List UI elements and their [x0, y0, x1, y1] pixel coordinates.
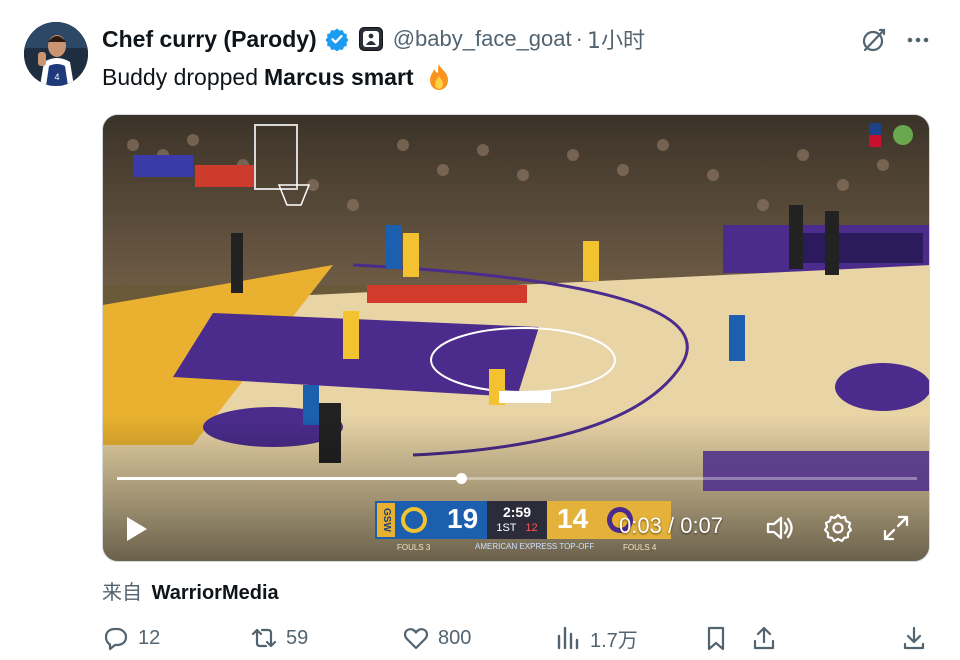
heart-icon: [404, 628, 428, 650]
away-fouls: FOULS 3: [397, 543, 431, 552]
video-player[interactable]: GSW 19 2:59 1ST 12 14 FOULS 3 AMERICAN E…: [102, 114, 930, 562]
share-button[interactable]: [750, 622, 778, 654]
scorebug-away-score: 19: [447, 503, 479, 534]
time-separator: /: [667, 513, 675, 538]
grok-icon[interactable]: [860, 26, 888, 54]
source-account-link[interactable]: WarriorMedia: [152, 582, 279, 604]
settings-gear-icon[interactable]: [821, 511, 855, 545]
bookmark-icon: [707, 626, 725, 651]
home-fouls: FOULS 4: [623, 543, 657, 552]
author-handle[interactable]: @baby_face_goat: [393, 26, 572, 52]
avatar[interactable]: 4: [24, 22, 88, 86]
game-period: 1ST 12: [491, 522, 543, 534]
shot-clock: 12: [525, 522, 538, 534]
tweet-actions-bar: 12 59 800 1.7万: [102, 622, 930, 654]
svg-text:4: 4: [54, 72, 59, 82]
warriors-logo-icon: [401, 507, 427, 533]
verified-badge-icon: [325, 28, 349, 51]
repost-button[interactable]: 59: [250, 622, 308, 654]
duration: 0:07: [680, 513, 724, 538]
video-timecode: 0:03 / 0:07: [619, 513, 723, 539]
views-button[interactable]: 1.7万: [554, 622, 638, 654]
play-icon[interactable]: [117, 511, 153, 547]
like-button[interactable]: 800: [402, 622, 471, 654]
affiliation-badge-icon[interactable]: [358, 27, 383, 51]
reply-icon: [104, 627, 128, 651]
game-clock: 2:59: [502, 504, 532, 520]
source-prefix: 来自: [102, 580, 142, 604]
scorebug-sponsor: AMERICAN EXPRESS TOP-OFF: [475, 542, 595, 551]
tweet-text: Buddy dropped Marcus smart: [102, 62, 454, 92]
scorebug-team-abbr: GSW: [377, 503, 395, 537]
tweet-header: Chef curry (Parody) @baby_face_goat · 1小…: [102, 23, 645, 55]
author-display-name[interactable]: Chef curry (Parody): [102, 26, 317, 53]
views-count: 1.7万: [590, 629, 638, 652]
share-icon: [753, 626, 775, 650]
reply-count: 12: [138, 626, 161, 649]
like-count: 800: [438, 626, 472, 649]
bookmark-button[interactable]: [702, 622, 730, 654]
tweet-text-plain: Buddy dropped: [102, 63, 259, 90]
views-chart-icon: [557, 626, 579, 650]
video-progress-handle[interactable]: [456, 473, 467, 484]
current-time: 0:03: [619, 513, 662, 538]
timestamp[interactable]: 1小时: [587, 23, 645, 55]
video-progress-bar[interactable]: [117, 473, 917, 484]
period-label: 1ST: [496, 522, 517, 534]
download-button[interactable]: [900, 622, 928, 654]
separator-dot: ·: [575, 26, 583, 51]
repost-count: 59: [286, 626, 309, 649]
more-options-icon[interactable]: [904, 26, 932, 54]
reply-button[interactable]: 12: [102, 622, 160, 654]
repost-icon: [251, 628, 277, 648]
scorebug-home-score: 14: [557, 503, 589, 534]
source-attribution: 来自 WarriorMedia: [102, 576, 279, 605]
video-progress-fill: [117, 477, 461, 480]
video-frame: [103, 115, 929, 561]
fullscreen-icon[interactable]: [879, 511, 913, 545]
fire-icon: [429, 64, 448, 90]
download-icon: [903, 626, 925, 650]
tweet-text-bold: Marcus smart: [264, 63, 414, 90]
scorebug-away: GSW 19: [375, 501, 487, 539]
volume-icon[interactable]: [763, 511, 797, 545]
